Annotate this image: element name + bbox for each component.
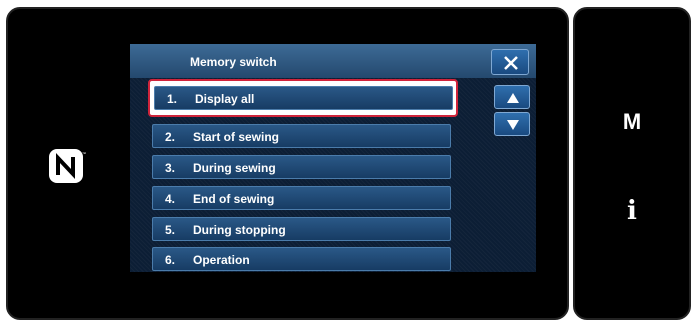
menu-item-label: End of sewing — [193, 192, 275, 206]
scroll-down-button[interactable] — [494, 112, 530, 136]
menu-item-operation[interactable]: 6. Operation — [152, 247, 451, 271]
menu-item-number: 5. — [165, 223, 176, 237]
menu-item-number: 6. — [165, 253, 176, 267]
menu-item-end-of-sewing[interactable]: 4. End of sewing — [152, 186, 451, 210]
svg-text:™: ™ — [82, 151, 86, 156]
menu-item-during-sewing[interactable]: 3. During sewing — [152, 155, 451, 179]
menu-item-label: Start of sewing — [193, 130, 280, 144]
menu-item-label: Operation — [193, 253, 250, 267]
close-button[interactable] — [491, 49, 529, 75]
menu-item-label: Display all — [195, 92, 255, 106]
menu-item-number: 3. — [165, 161, 176, 175]
m-button[interactable]: M — [575, 109, 689, 135]
menu-item-number: 1. — [167, 92, 178, 106]
menu-item-label: During sewing — [193, 161, 276, 175]
side-panel: M i — [573, 7, 691, 320]
menu-item-start-of-sewing[interactable]: 2. Start of sewing — [152, 124, 451, 148]
close-icon — [504, 56, 518, 70]
title-bar: Memory switch — [130, 44, 536, 78]
selection-highlight: 1. Display all — [148, 79, 458, 117]
arrow-up-icon — [507, 93, 519, 103]
screen-title: Memory switch — [190, 55, 277, 69]
menu-item-number: 4. — [165, 192, 176, 206]
nfc-icon: ™ — [49, 149, 86, 183]
menu-item-display-all[interactable]: 1. Display all — [154, 86, 453, 110]
info-button[interactable]: i — [575, 196, 689, 226]
scroll-up-button[interactable] — [494, 85, 530, 109]
arrow-down-icon — [507, 120, 519, 130]
menu-item-label: During stopping — [193, 223, 286, 237]
menu-item-number: 2. — [165, 130, 176, 144]
menu-item-during-stopping[interactable]: 5. During stopping — [152, 217, 451, 241]
